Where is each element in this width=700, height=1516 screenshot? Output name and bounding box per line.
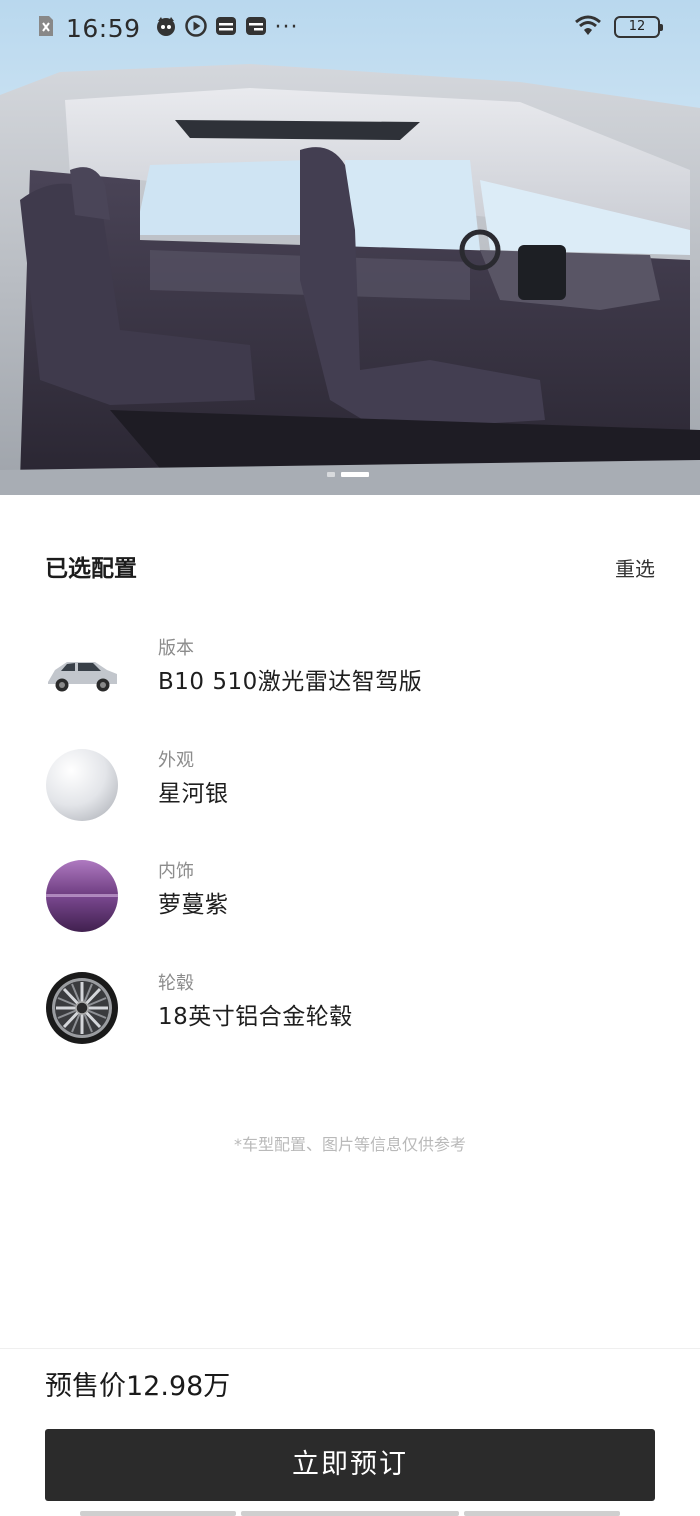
silver-swatch <box>45 748 119 822</box>
config-label-exterior: 外观 <box>158 750 194 771</box>
cat-app-icon <box>155 15 177 41</box>
config-item-interior: 内饰 萝蔓紫 <box>45 859 655 939</box>
config-item-wheel: 轮毂 18英寸铝合金轮毂 <box>45 971 655 1051</box>
config-value-interior: 萝蔓紫 <box>158 892 229 918</box>
disclaimer-text: *车型配置、图片等信息仅供参考 <box>233 1135 466 1154</box>
carousel-pager <box>327 472 369 477</box>
config-value-exterior: 星河银 <box>158 781 229 807</box>
home-indicator-segment <box>241 1511 459 1516</box>
battery-icon: 12 <box>614 16 663 38</box>
footer-divider <box>0 1348 700 1349</box>
pager-dot <box>327 472 335 477</box>
home-indicator-segment <box>80 1511 236 1516</box>
selected-config-title: 已选配置 <box>45 556 137 582</box>
more-notifications-icon: ··· <box>274 15 299 40</box>
config-value-version: B10 510激光雷达智驾版 <box>158 669 423 695</box>
purple-swatch <box>45 859 119 933</box>
config-value-wheel: 18英寸铝合金轮毂 <box>158 1004 353 1030</box>
config-label-version: 版本 <box>158 638 194 659</box>
car-interior-image <box>0 64 700 495</box>
status-bar: 16:59 ··· 12 <box>0 0 700 56</box>
config-item-exterior: 外观 星河银 <box>45 748 655 828</box>
config-label-interior: 内饰 <box>158 861 194 882</box>
reselect-button[interactable]: 重选 <box>615 553 655 582</box>
config-item-version: 版本 B10 510激光雷达智驾版 <box>45 636 655 716</box>
video-play-icon <box>184 15 207 41</box>
status-time: 16:59 <box>66 13 141 43</box>
wifi-icon <box>574 14 602 40</box>
pager-dot-active <box>341 472 369 477</box>
wallet-card-icon <box>215 15 237 41</box>
presale-price: 预售价12.98万 <box>45 1371 231 1402</box>
config-label-wheel: 轮毂 <box>158 973 194 994</box>
order-now-button[interactable]: 立即预订 <box>45 1429 655 1501</box>
wheel-icon <box>45 971 119 1045</box>
sim-off-icon <box>38 15 54 41</box>
home-indicator-segment <box>464 1511 620 1516</box>
car-thumbnail <box>45 636 119 710</box>
hero-image-carousel[interactable] <box>0 0 700 495</box>
card-icon <box>245 15 267 41</box>
